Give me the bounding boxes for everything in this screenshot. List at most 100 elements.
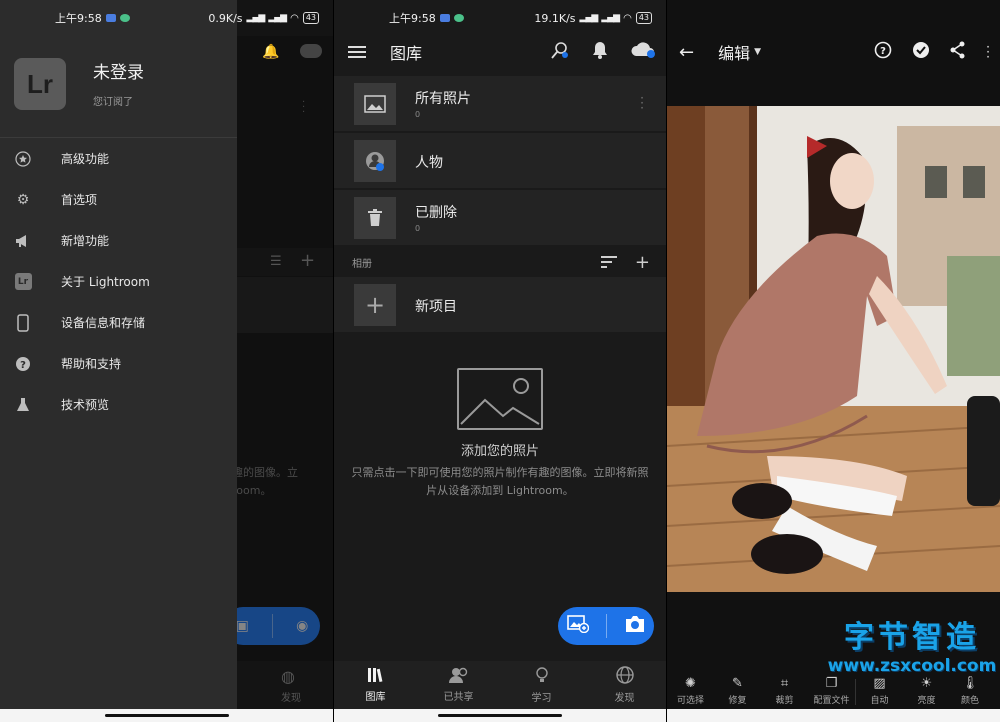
tool-healing[interactable]: ✎ 修复 (714, 675, 761, 709)
sort-icon-dimmed: ☰ (270, 254, 282, 269)
discover-icon-dimmed: ◍ (281, 667, 295, 686)
menu-item-preferences[interactable]: ⚙ 首选项 (0, 179, 237, 220)
row-title: 新项目 (415, 299, 457, 315)
tool-selective[interactable]: ✺ 可选择 (667, 675, 714, 709)
signal-icon-2: ▂▄▆ (268, 13, 287, 23)
flask-icon (14, 396, 32, 414)
wifi-icon: ◠ (623, 12, 632, 24)
nav-discover[interactable]: 发现 (583, 661, 666, 709)
tool-label: 修复 (728, 696, 747, 706)
nav-learn[interactable]: 学习 (500, 661, 583, 709)
selective-icon: ✺ (685, 675, 696, 691)
menu-item-about[interactable]: Lr 关于 Lightroom (0, 261, 237, 302)
people-icon (354, 139, 396, 182)
all-photos-row[interactable]: 所有照片 0 · · · (334, 76, 666, 132)
nav-label: 图库 (365, 692, 386, 703)
learn-icon (534, 666, 550, 687)
user-name: 未登录 (93, 63, 144, 83)
help-icon[interactable]: ? (874, 41, 892, 63)
cloud-sync-icon[interactable] (630, 41, 656, 63)
menu-item-label: 帮助和支持 (61, 357, 122, 371)
bell-icon[interactable] (592, 41, 608, 63)
app-icon (119, 14, 130, 22)
people-search-icon[interactable] (550, 40, 570, 64)
menu-item-device-storage[interactable]: 设备信息和存储 (0, 302, 237, 343)
empty-state-description: 只需点击一下即可使用您的照片制作有趣的图像。立即将新照片从设备添加到 Light… (351, 466, 649, 497)
chevron-down-icon[interactable]: ▼ (754, 47, 761, 57)
home-indicator[interactable] (104, 714, 229, 717)
menu-item-premium[interactable]: 高级功能 (0, 138, 237, 179)
add-album-icon[interactable]: + (635, 252, 650, 273)
photos-icon (354, 82, 396, 125)
tool-profile[interactable]: ❐ 配置文件 (808, 675, 855, 709)
navigation-drawer: Lr 未登录 您订阅了 高级功能 ⚙ 首选项 新增功能 Lr 关于 Lightr… (0, 0, 237, 722)
row-count: 0 (415, 110, 421, 119)
tool-crop[interactable]: ⌗ 裁剪 (761, 675, 808, 709)
menu-item-label: 设备信息和存储 (61, 316, 146, 330)
camera-icon[interactable] (624, 615, 646, 637)
phone-icon (14, 313, 32, 332)
menu-item-help[interactable]: ? 帮助和支持 (0, 343, 237, 384)
megaphone-icon (14, 232, 32, 250)
editing-photo[interactable] (667, 106, 1000, 592)
menu-item-label: 首选项 (61, 193, 98, 207)
menu-item-whats-new[interactable]: 新增功能 (0, 220, 237, 261)
nav-library[interactable]: 图库 (334, 661, 417, 709)
battery-icon: 43 (635, 12, 652, 24)
tool-color[interactable]: 🌡 颜色 (950, 675, 990, 709)
tool-label: 亮度 (917, 696, 936, 706)
add-photo-fab-dimmed: ▣ ◉ (224, 607, 320, 645)
battery-icon: 43 (302, 12, 319, 24)
more-options-icon[interactable]: · · · (986, 41, 990, 63)
auto-icon: ▨ (873, 675, 886, 691)
crop-icon: ⌗ (780, 675, 789, 691)
profile-icon: ❐ (825, 675, 838, 691)
done-check-icon[interactable] (912, 41, 930, 63)
wifi-icon: ◠ (290, 12, 299, 24)
network-speed: 19.1K/s (534, 11, 576, 25)
signal-icon-2: ▂▄▆ (601, 13, 620, 23)
editor-mode-title[interactable]: 编辑 (718, 40, 750, 64)
nav-label: 已共享 (443, 692, 474, 703)
tool-label: 可选择 (676, 696, 704, 706)
lightroom-logo: Lr (14, 58, 66, 110)
share-icon[interactable] (950, 41, 966, 63)
dimmed-desc-line-1: 趣的图像。立 (232, 466, 298, 479)
add-image-icon[interactable] (566, 615, 589, 637)
tool-label: 配置文件 (813, 696, 850, 706)
menu-item-label: 关于 Lightroom (61, 275, 150, 289)
menu-icon[interactable] (348, 43, 366, 61)
tool-label: 自动 (870, 696, 889, 706)
status-time: 上午9:58 (55, 12, 102, 25)
trash-icon (354, 196, 396, 239)
sort-icon[interactable] (600, 252, 617, 273)
tool-auto[interactable]: ▨ 自动 (856, 675, 903, 709)
home-indicator[interactable] (438, 714, 562, 717)
menu-item-tech-preview[interactable]: 技术预览 (0, 384, 237, 425)
lightroom-mini-logo: Lr (14, 273, 32, 290)
back-arrow-icon[interactable]: ← (679, 42, 694, 63)
status-bar: 上午9:58 0.9K/s ▂▄▆ ▂▄▆ ◠ 43 (0, 0, 333, 36)
albums-label: 相册 (352, 258, 372, 270)
menu-item-label: 新增功能 (61, 234, 110, 248)
gear-icon: ⚙ (16, 191, 30, 208)
people-row[interactable]: 人物 (334, 133, 666, 189)
app-icon (453, 14, 464, 22)
dimmed-desc-line-2: room。 (232, 484, 272, 497)
tool-light[interactable]: ☀ 亮度 (903, 675, 950, 709)
discover-icon (615, 666, 634, 687)
account-header[interactable]: Lr 未登录 您订阅了 (0, 36, 237, 138)
deleted-row[interactable]: 已删除 0 (334, 190, 666, 246)
star-icon (14, 150, 32, 168)
status-time: 上午9:58 (389, 12, 436, 25)
add-photo-fab[interactable] (558, 607, 654, 645)
watermark: 字节智造 www.zsxcool.com (827, 612, 997, 676)
light-icon: ☀ (920, 675, 933, 691)
new-item-row[interactable]: + 新项目 (334, 277, 666, 333)
empty-photos-illustration (457, 368, 543, 430)
status-bar: 上午9:58 19.1K/s ▂▄▆ ▂▄▆ ◠ 43 (334, 0, 666, 36)
nav-label: 学习 (531, 693, 552, 704)
discover-label-dimmed: 发现 (281, 693, 301, 704)
nav-shared[interactable]: 已共享 (417, 661, 500, 709)
more-options-icon[interactable]: · · · (640, 92, 644, 114)
